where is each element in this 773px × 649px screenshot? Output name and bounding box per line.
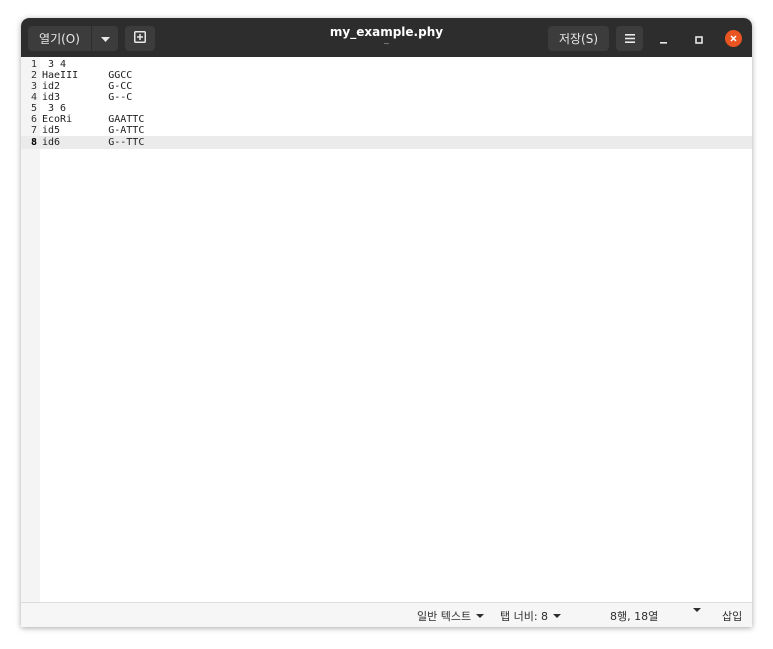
line-number: 3 <box>31 81 38 92</box>
close-icon <box>724 29 742 47</box>
line-text: 3 6 <box>42 103 67 114</box>
text-line[interactable]: 6 EcoRi GAATTC <box>21 114 752 125</box>
line-number: 6 <box>31 114 38 125</box>
language-selector[interactable]: 일반 텍스트 <box>417 608 485 624</box>
text-line[interactable]: 1 3 4 <box>21 59 752 70</box>
line-number: 1 <box>31 59 38 70</box>
minimize-icon <box>660 29 668 48</box>
line-text: 3 4 <box>42 59 67 70</box>
chevron-down-icon <box>553 614 562 618</box>
position-dropdown[interactable] <box>693 608 701 612</box>
status-bar: 일반 텍스트 탭 너비: 8 8행, 18열 삽입 <box>21 602 752 627</box>
hamburger-menu-icon <box>624 32 635 46</box>
line-number: 5 <box>31 103 38 114</box>
chevron-down-icon <box>693 608 701 612</box>
cursor-position[interactable]: 8행, 18열 <box>610 608 658 624</box>
header-bar: 열기(O) my_example.phy ~ 저장(S) <box>21 18 752 57</box>
text-editor-area[interactable]: 1 3 4 2 HaeIII GGCC 3 id2 G-CC 4 id3 G--… <box>21 57 752 602</box>
line-text: id3 G--C <box>42 92 133 103</box>
maximize-icon <box>695 29 703 48</box>
insert-mode-label: 삽입 <box>722 610 743 623</box>
text-line[interactable]: 3 id2 G-CC <box>21 81 752 92</box>
save-button-label: 저장(S) <box>558 32 599 46</box>
line-number: 8 <box>31 137 38 148</box>
line-text: id2 G-CC <box>42 81 133 92</box>
current-text-line[interactable]: 8 id6 G--TTC <box>21 136 752 149</box>
text-line[interactable]: 7 id5 G-ATTC <box>21 125 752 136</box>
insert-mode-indicator[interactable]: 삽입 <box>722 608 742 624</box>
text-line[interactable]: 2 HaeIII GGCC <box>21 70 752 81</box>
save-button[interactable]: 저장(S) <box>548 26 609 51</box>
line-text: id5 G-ATTC <box>42 125 145 136</box>
line-number: 2 <box>31 70 38 81</box>
line-number: 7 <box>31 125 38 136</box>
line-number: 4 <box>31 92 38 103</box>
text-editor-window: 열기(O) my_example.phy ~ 저장(S) 1 3 4 2 Hae… <box>21 18 752 627</box>
close-button[interactable] <box>721 26 745 50</box>
line-text: HaeIII GGCC <box>42 70 133 81</box>
line-text: EcoRi GAATTC <box>42 114 145 125</box>
line-text: id6 G--TTC <box>42 137 145 148</box>
language-label: 일반 텍스트 <box>417 610 472 623</box>
cursor-position-label: 8행, 18열 <box>610 610 659 623</box>
text-line[interactable]: 5 3 6 <box>21 103 752 114</box>
maximize-button[interactable] <box>687 26 711 50</box>
text-line[interactable]: 4 id3 G--C <box>21 92 752 103</box>
minimize-button[interactable] <box>652 26 676 50</box>
hamburger-menu-button[interactable] <box>616 26 643 51</box>
tab-width-selector[interactable]: 탭 너비: 8 <box>500 608 562 624</box>
tab-width-label: 탭 너비: 8 <box>500 610 549 623</box>
chevron-down-icon <box>476 614 485 618</box>
